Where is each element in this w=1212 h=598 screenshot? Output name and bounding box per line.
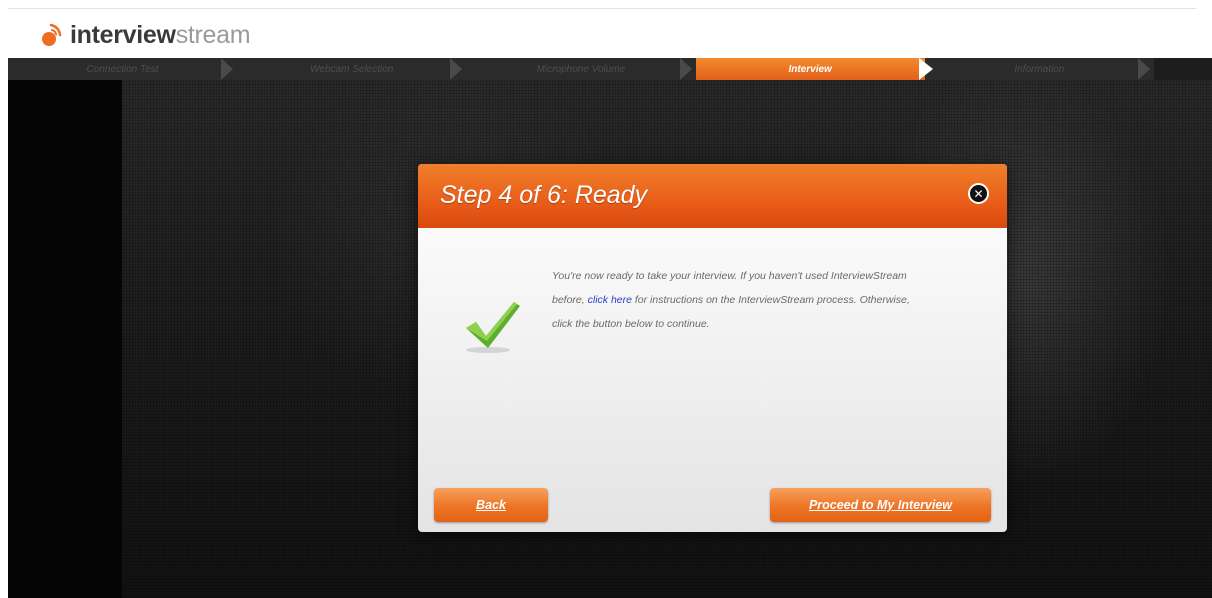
step-label: Information bbox=[1014, 63, 1065, 75]
step-arrow-icon bbox=[450, 58, 463, 80]
step-connection-test: Connection Test bbox=[8, 58, 237, 80]
dialog-header: Step 4 of 6: Ready ✕ bbox=[418, 164, 1007, 228]
header-divider bbox=[8, 8, 1196, 9]
left-dark-panel bbox=[8, 80, 122, 598]
step-label: Microphone Volume bbox=[536, 63, 626, 75]
step-label: Interview bbox=[788, 63, 832, 75]
logo-text-bold: interview bbox=[70, 20, 176, 49]
step-microphone-volume: Microphone Volume bbox=[466, 58, 695, 80]
step-information: Information bbox=[925, 58, 1154, 80]
step-arrow-icon bbox=[679, 58, 692, 80]
ready-dialog: Step 4 of 6: Ready ✕ You're now ready to… bbox=[418, 164, 1007, 532]
step-label: Webcam Selection bbox=[310, 63, 394, 75]
step-arrow-icon bbox=[221, 58, 234, 80]
proceed-to-interview-button[interactable]: Proceed to My Interview bbox=[770, 488, 991, 522]
logo-text-light: stream bbox=[175, 20, 251, 49]
step-arrow-icon bbox=[1137, 58, 1150, 80]
checkmark-icon bbox=[466, 302, 520, 353]
back-button[interactable]: Back bbox=[434, 488, 548, 522]
step-label: Connection Test bbox=[86, 63, 159, 75]
logo-icon bbox=[42, 23, 62, 46]
logo[interactable]: interview stream bbox=[40, 20, 251, 50]
step-webcam-selection: Webcam Selection bbox=[237, 58, 466, 80]
step-interview: Interview bbox=[695, 58, 933, 80]
site-header: interview stream bbox=[0, 0, 1212, 58]
dialog-title: Step 4 of 6: Ready bbox=[440, 181, 648, 209]
instructions-link[interactable]: click here bbox=[588, 294, 632, 306]
progress-step-bar: Connection Test Webcam Selection Microph… bbox=[8, 58, 1154, 80]
dialog-message: You're now ready to take your interview.… bbox=[552, 264, 932, 336]
close-icon[interactable]: ✕ bbox=[968, 183, 989, 204]
